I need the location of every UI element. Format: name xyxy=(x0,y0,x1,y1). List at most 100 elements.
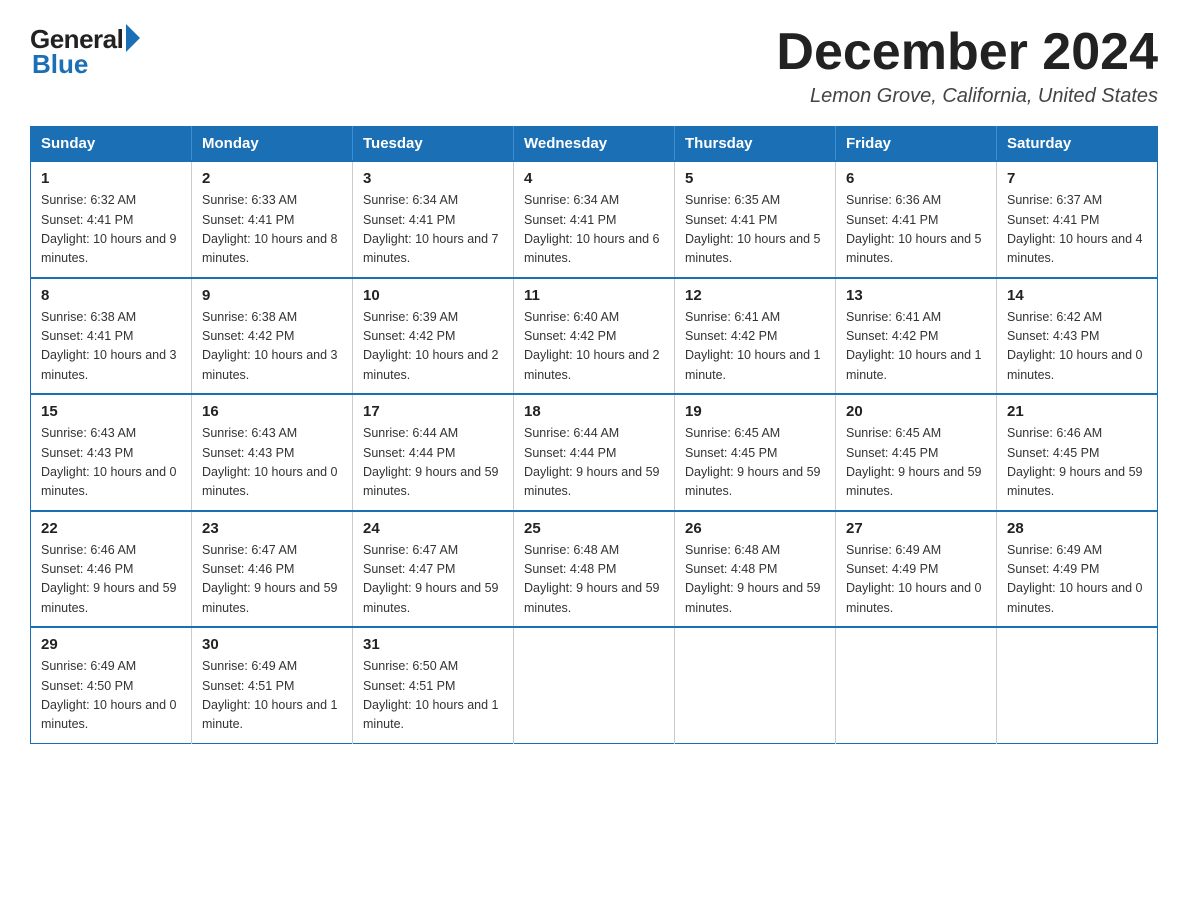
day-number: 9 xyxy=(202,287,342,304)
day-info: Sunrise: 6:37 AMSunset: 4:41 PMDaylight:… xyxy=(1007,191,1147,269)
logo-blue-text: Blue xyxy=(30,49,88,80)
day-number: 3 xyxy=(363,170,503,187)
day-headers-row: Sunday Monday Tuesday Wednesday Thursday… xyxy=(31,127,1158,162)
day-info: Sunrise: 6:43 AMSunset: 4:43 PMDaylight:… xyxy=(41,424,181,502)
location-subtitle: Lemon Grove, California, United States xyxy=(776,85,1158,108)
calendar-table: Sunday Monday Tuesday Wednesday Thursday… xyxy=(30,126,1158,744)
day-number: 27 xyxy=(846,520,986,537)
calendar-cell: 19Sunrise: 6:45 AMSunset: 4:45 PMDayligh… xyxy=(675,394,836,511)
calendar-week-2: 8Sunrise: 6:38 AMSunset: 4:41 PMDaylight… xyxy=(31,278,1158,395)
calendar-cell: 25Sunrise: 6:48 AMSunset: 4:48 PMDayligh… xyxy=(514,511,675,628)
day-number: 7 xyxy=(1007,170,1147,187)
calendar-cell: 20 Sunrise: 6:45 AMSunset: 4:45 PMDayligh… xyxy=(836,394,997,511)
calendar-cell: 30 Sunrise: 6:49 AMSunset: 4:51 PMDayligh… xyxy=(192,627,353,743)
day-info: Sunrise: 6:36 AMSunset: 4:41 PMDaylight:… xyxy=(846,191,986,269)
calendar-cell: 17 Sunrise: 6:44 AMSunset: 4:44 PMDayligh… xyxy=(353,394,514,511)
day-info: Sunrise: 6:50 AMSunset: 4:51 PMDaylight:… xyxy=(363,657,503,735)
day-number: 28 xyxy=(1007,520,1147,537)
calendar-cell: 12 Sunrise: 6:41 AMSunset: 4:42 PMDayligh… xyxy=(675,278,836,395)
day-number: 5 xyxy=(685,170,825,187)
day-info: Sunrise: 6:40 AMSunset: 4:42 PMDaylight:… xyxy=(524,308,664,386)
calendar-cell: 2 Sunrise: 6:33 AMSunset: 4:41 PMDaylight… xyxy=(192,161,353,278)
calendar-cell xyxy=(997,627,1158,743)
day-number: 14 xyxy=(1007,287,1147,304)
day-info: Sunrise: 6:45 AMSunset: 4:45 PMDaylight:… xyxy=(685,424,825,502)
day-number: 22 xyxy=(41,520,181,537)
header-thursday: Thursday xyxy=(675,127,836,162)
day-number: 4 xyxy=(524,170,664,187)
logo-triangle-icon xyxy=(126,24,140,52)
day-number: 2 xyxy=(202,170,342,187)
calendar-cell: 1 Sunrise: 6:32 AMSunset: 4:41 PMDaylight… xyxy=(31,161,192,278)
calendar-cell: 21Sunrise: 6:46 AMSunset: 4:45 PMDayligh… xyxy=(997,394,1158,511)
calendar-cell: 24 Sunrise: 6:47 AMSunset: 4:47 PMDayligh… xyxy=(353,511,514,628)
day-number: 10 xyxy=(363,287,503,304)
calendar-cell: 23Sunrise: 6:47 AMSunset: 4:46 PMDayligh… xyxy=(192,511,353,628)
day-info: Sunrise: 6:45 AMSunset: 4:45 PMDaylight:… xyxy=(846,424,986,502)
calendar-cell: 13 Sunrise: 6:41 AMSunset: 4:42 PMDayligh… xyxy=(836,278,997,395)
day-number: 24 xyxy=(363,520,503,537)
calendar-week-4: 22 Sunrise: 6:46 AMSunset: 4:46 PMDayligh… xyxy=(31,511,1158,628)
day-number: 16 xyxy=(202,403,342,420)
calendar-body: 1 Sunrise: 6:32 AMSunset: 4:41 PMDaylight… xyxy=(31,161,1158,743)
header-sunday: Sunday xyxy=(31,127,192,162)
day-info: Sunrise: 6:49 AMSunset: 4:51 PMDaylight:… xyxy=(202,657,342,735)
calendar-cell: 27 Sunrise: 6:49 AMSunset: 4:49 PMDayligh… xyxy=(836,511,997,628)
day-info: Sunrise: 6:32 AMSunset: 4:41 PMDaylight:… xyxy=(41,191,181,269)
calendar-cell: 10 Sunrise: 6:39 AMSunset: 4:42 PMDayligh… xyxy=(353,278,514,395)
day-info: Sunrise: 6:38 AMSunset: 4:42 PMDaylight:… xyxy=(202,308,342,386)
calendar-cell: 11 Sunrise: 6:40 AMSunset: 4:42 PMDayligh… xyxy=(514,278,675,395)
header-monday: Monday xyxy=(192,127,353,162)
day-number: 17 xyxy=(363,403,503,420)
calendar-cell: 29Sunrise: 6:49 AMSunset: 4:50 PMDayligh… xyxy=(31,627,192,743)
day-info: Sunrise: 6:41 AMSunset: 4:42 PMDaylight:… xyxy=(846,308,986,386)
day-info: Sunrise: 6:47 AMSunset: 4:47 PMDaylight:… xyxy=(363,541,503,619)
header-friday: Friday xyxy=(836,127,997,162)
day-number: 12 xyxy=(685,287,825,304)
day-number: 1 xyxy=(41,170,181,187)
day-info: Sunrise: 6:41 AMSunset: 4:42 PMDaylight:… xyxy=(685,308,825,386)
day-number: 20 xyxy=(846,403,986,420)
day-number: 15 xyxy=(41,403,181,420)
header-saturday: Saturday xyxy=(997,127,1158,162)
day-number: 26 xyxy=(685,520,825,537)
calendar-cell: 9 Sunrise: 6:38 AMSunset: 4:42 PMDaylight… xyxy=(192,278,353,395)
page-header: General Blue December 2024 Lemon Grove, … xyxy=(30,24,1158,108)
day-info: Sunrise: 6:35 AMSunset: 4:41 PMDaylight:… xyxy=(685,191,825,269)
day-info: Sunrise: 6:39 AMSunset: 4:42 PMDaylight:… xyxy=(363,308,503,386)
calendar-cell: 15 Sunrise: 6:43 AMSunset: 4:43 PMDayligh… xyxy=(31,394,192,511)
calendar-week-1: 1 Sunrise: 6:32 AMSunset: 4:41 PMDaylight… xyxy=(31,161,1158,278)
day-info: Sunrise: 6:44 AMSunset: 4:44 PMDaylight:… xyxy=(524,424,664,502)
day-number: 13 xyxy=(846,287,986,304)
calendar-cell xyxy=(675,627,836,743)
calendar-cell xyxy=(836,627,997,743)
calendar-cell xyxy=(514,627,675,743)
calendar-cell: 26Sunrise: 6:48 AMSunset: 4:48 PMDayligh… xyxy=(675,511,836,628)
calendar-cell: 7 Sunrise: 6:37 AMSunset: 4:41 PMDaylight… xyxy=(997,161,1158,278)
calendar-cell: 22 Sunrise: 6:46 AMSunset: 4:46 PMDayligh… xyxy=(31,511,192,628)
day-info: Sunrise: 6:44 AMSunset: 4:44 PMDaylight:… xyxy=(363,424,503,502)
calendar-week-3: 15 Sunrise: 6:43 AMSunset: 4:43 PMDayligh… xyxy=(31,394,1158,511)
day-info: Sunrise: 6:34 AMSunset: 4:41 PMDaylight:… xyxy=(524,191,664,269)
calendar-cell: 6Sunrise: 6:36 AMSunset: 4:41 PMDaylight… xyxy=(836,161,997,278)
day-number: 30 xyxy=(202,636,342,653)
day-info: Sunrise: 6:33 AMSunset: 4:41 PMDaylight:… xyxy=(202,191,342,269)
calendar-cell: 16 Sunrise: 6:43 AMSunset: 4:43 PMDayligh… xyxy=(192,394,353,511)
day-number: 11 xyxy=(524,287,664,304)
day-info: Sunrise: 6:46 AMSunset: 4:45 PMDaylight:… xyxy=(1007,424,1147,502)
day-info: Sunrise: 6:46 AMSunset: 4:46 PMDaylight:… xyxy=(41,541,181,619)
day-info: Sunrise: 6:49 AMSunset: 4:49 PMDaylight:… xyxy=(1007,541,1147,619)
header-wednesday: Wednesday xyxy=(514,127,675,162)
day-info: Sunrise: 6:49 AMSunset: 4:50 PMDaylight:… xyxy=(41,657,181,735)
day-number: 31 xyxy=(363,636,503,653)
day-number: 25 xyxy=(524,520,664,537)
day-info: Sunrise: 6:43 AMSunset: 4:43 PMDaylight:… xyxy=(202,424,342,502)
calendar-cell: 5 Sunrise: 6:35 AMSunset: 4:41 PMDaylight… xyxy=(675,161,836,278)
day-info: Sunrise: 6:34 AMSunset: 4:41 PMDaylight:… xyxy=(363,191,503,269)
calendar-header: Sunday Monday Tuesday Wednesday Thursday… xyxy=(31,127,1158,162)
day-number: 18 xyxy=(524,403,664,420)
day-info: Sunrise: 6:49 AMSunset: 4:49 PMDaylight:… xyxy=(846,541,986,619)
title-area: December 2024 Lemon Grove, California, U… xyxy=(776,24,1158,108)
calendar-week-5: 29Sunrise: 6:49 AMSunset: 4:50 PMDayligh… xyxy=(31,627,1158,743)
day-info: Sunrise: 6:42 AMSunset: 4:43 PMDaylight:… xyxy=(1007,308,1147,386)
